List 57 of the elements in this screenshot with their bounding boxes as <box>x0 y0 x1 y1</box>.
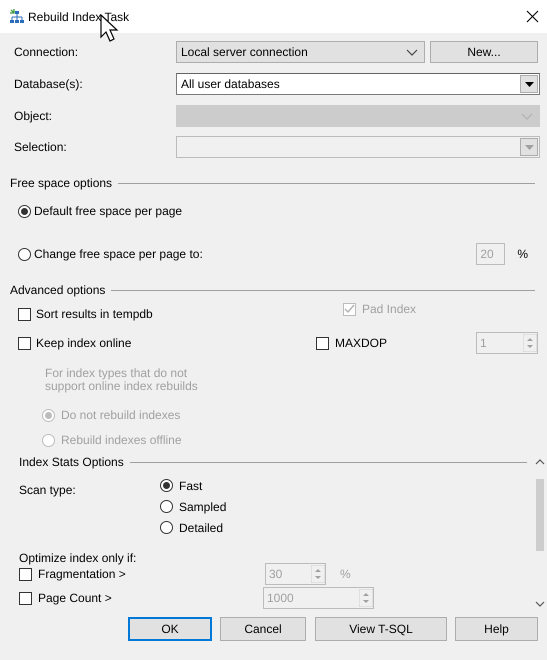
checkbox[interactable] <box>18 308 31 320</box>
radio-button[interactable] <box>18 204 31 218</box>
field-label: Object: <box>14 108 54 125</box>
radio-button[interactable] <box>42 434 55 446</box>
checkbox-label: Sort results in tempdb <box>36 306 153 323</box>
spin-arrows-icon <box>311 565 325 583</box>
radio-label: Sampled <box>179 498 226 516</box>
dropdown[interactable]: Local server connection <box>176 41 425 63</box>
checkbox-label: Keep index online <box>36 335 132 352</box>
dropdown[interactable]: All user databases <box>176 73 540 95</box>
field-label: Selection: <box>14 139 68 156</box>
checkbox-label: Page Count > <box>38 590 112 607</box>
scroll-up-icon <box>535 459 545 465</box>
section-heading: Free space options <box>10 175 112 192</box>
scroll-down-icon <box>535 601 545 607</box>
section-heading: Advanced options <box>10 282 106 299</box>
radio-label: Fast <box>179 478 202 494</box>
check-icon <box>344 304 355 314</box>
checkbox[interactable] <box>316 336 329 350</box>
checkbox[interactable] <box>19 568 32 580</box>
field-label: Connection: <box>14 44 80 61</box>
radio-button[interactable] <box>18 248 31 260</box>
dialog-button[interactable]: Cancel <box>220 617 306 641</box>
unit-label: % <box>517 246 528 263</box>
chevron-down-icon <box>521 112 533 120</box>
caret-icon <box>524 82 534 86</box>
radio-label: Rebuild indexes offline <box>61 432 182 449</box>
window-title: Rebuild Index Task <box>28 8 130 26</box>
radio-label: Change free space per page to: <box>34 246 203 263</box>
radio-label: Detailed <box>179 520 224 536</box>
radio-button[interactable] <box>160 521 173 534</box>
spin-arrows-icon <box>359 589 373 607</box>
spin-arrows-icon <box>523 334 537 352</box>
radio-label: Do not rebuild indexes <box>61 407 180 424</box>
section-heading: Index Stats Options <box>19 454 124 471</box>
dialog-button[interactable]: OK <box>128 617 212 641</box>
checkbox[interactable] <box>19 592 32 604</box>
radio-button[interactable] <box>160 479 173 492</box>
field-label: Scan type: <box>19 482 77 499</box>
app-icon <box>9 9 25 24</box>
chevron-down-icon <box>406 48 418 56</box>
checkbox[interactable] <box>18 336 31 350</box>
close-icon[interactable] <box>526 10 539 23</box>
new-button[interactable]: New... <box>430 41 538 63</box>
dialog-button[interactable]: View T-SQL <box>315 617 447 641</box>
field-label: Database(s): <box>14 76 84 93</box>
radio-label: Default free space per page <box>34 203 182 220</box>
checkbox-label: MAXDOP <box>335 335 388 352</box>
section-label: Optimize index only if: <box>19 550 138 563</box>
note-text: For index types that do not support online index rebuilds <box>45 367 198 393</box>
unit-label: % <box>340 566 351 583</box>
checkbox-label: Pad Index <box>362 301 416 318</box>
caret-icon <box>524 144 534 150</box>
dialog-button[interactable]: Help <box>455 617 538 641</box>
radio-button[interactable] <box>42 408 55 422</box>
radio-button[interactable] <box>160 500 173 513</box>
checkbox-label: Fragmentation > <box>38 566 126 583</box>
